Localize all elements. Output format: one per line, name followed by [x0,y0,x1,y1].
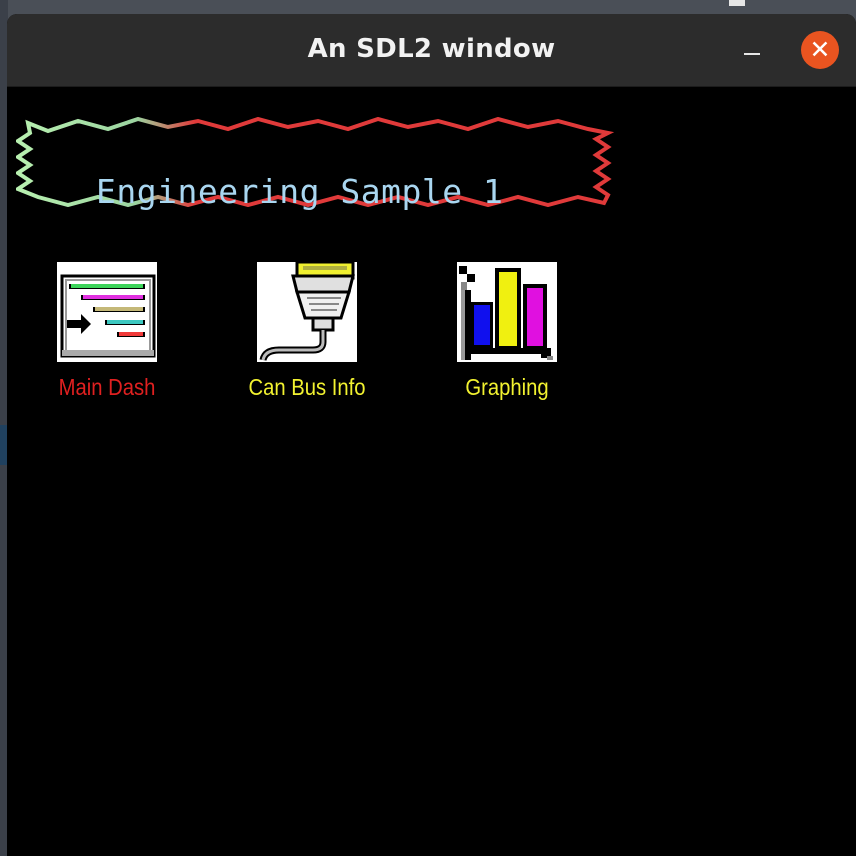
sdl-window: An SDL2 window ✕ Engineering Sample 1 Ma… [7,14,856,856]
app-graphing[interactable]: Graphing [457,262,557,400]
window-title: An SDL2 window [307,34,556,64]
app-label-main-dash[interactable]: Main Dash [37,374,178,401]
banner-title: Engineering Sample 1 [96,172,504,211]
bar-chart-icon[interactable] [457,262,557,362]
close-button[interactable]: ✕ [801,31,839,69]
app-can-bus-info[interactable]: Can Bus Info [248,262,366,400]
serial-connector-icon[interactable] [257,262,357,362]
minimize-button[interactable] [737,36,767,66]
app-label-graphing[interactable]: Graphing [437,374,578,401]
app-main-dash[interactable]: Main Dash [57,262,157,400]
dashboard-icon[interactable] [57,262,157,362]
top-bar-indicator [729,0,745,6]
window-content: Engineering Sample 1 Main Dash Can Bus I… [7,87,856,856]
window-titlebar[interactable]: An SDL2 window ✕ [7,14,856,87]
app-label-can-bus-info[interactable]: Can Bus Info [237,374,378,401]
title-banner: Engineering Sample 1 [16,117,614,211]
